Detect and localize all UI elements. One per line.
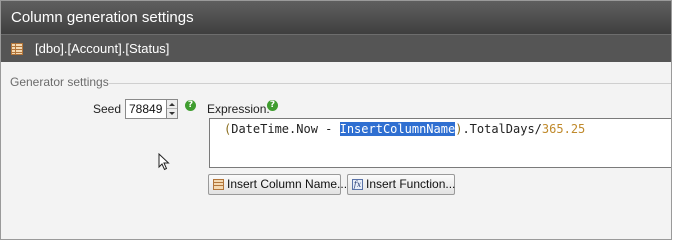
- table-icon: [11, 43, 23, 55]
- expression-help-icon[interactable]: ?: [267, 100, 278, 111]
- seed-spinner[interactable]: [167, 99, 178, 119]
- seed-help-icon[interactable]: ?: [185, 100, 196, 111]
- spinner-down-icon[interactable]: [167, 109, 177, 118]
- insert-column-name-label: Insert Column Name...: [227, 177, 348, 191]
- mouse-cursor-icon: [158, 153, 170, 171]
- expression-code[interactable]: (DateTime.Now - InsertColumnName).TotalD…: [224, 122, 585, 136]
- expression-label: Expression:: [207, 102, 270, 116]
- section-divider: [109, 83, 671, 84]
- expression-number: 365.25: [541, 122, 586, 136]
- function-icon: fx: [352, 179, 363, 190]
- window-title: Column generation settings: [1, 1, 671, 34]
- seed-input[interactable]: 78849: [125, 99, 167, 119]
- generator-settings-header: Generator settings: [10, 75, 109, 89]
- insert-function-button[interactable]: fx Insert Function...: [347, 174, 455, 195]
- expression-suffix: .TotalDays/: [462, 122, 542, 136]
- column-path-bar: [dbo].[Account].[Status]: [1, 34, 671, 62]
- expression-editor[interactable]: (DateTime.Now - InsertColumnName).TotalD…: [209, 118, 671, 168]
- expression-prefix: DateTime.Now -: [231, 122, 340, 136]
- seed-label: Seed: [93, 102, 122, 116]
- column-generation-settings-panel: Column generation settings [dbo].[Accoun…: [0, 0, 672, 240]
- spinner-up-icon[interactable]: [167, 100, 177, 109]
- column-path: [dbo].[Account].[Status]: [35, 41, 170, 56]
- insert-function-label: Insert Function...: [366, 177, 456, 191]
- expression-selected-token[interactable]: InsertColumnName: [339, 122, 456, 136]
- column-icon: [213, 179, 224, 190]
- insert-column-name-button[interactable]: Insert Column Name...: [208, 174, 347, 195]
